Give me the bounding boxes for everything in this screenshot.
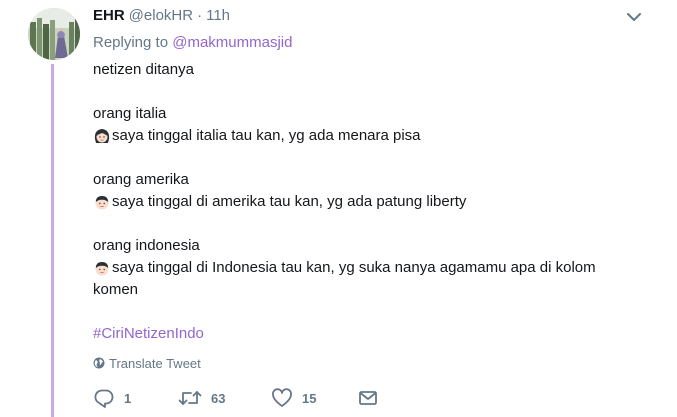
replying-to: Replying to @makmummasjid [93,34,292,51]
like-count: 15 [302,390,317,406]
translate-tweet-button[interactable]: Translate Tweet [93,354,201,372]
boy-face-emoji [93,259,111,277]
direct-message-button[interactable] [357,386,379,410]
tweet-line: netizen ditanya [93,61,194,78]
woman-face-emoji [93,127,111,145]
replying-prefix: Replying to [93,34,169,51]
tweet: EHR @elokHR · 11h Replying to @makmummas… [0,0,677,417]
reply-icon [94,389,114,408]
retweet-button[interactable]: 63 [178,386,225,410]
tweet-line-with-emoji: saya tinggal italia tau kan, yg ada mena… [93,125,653,147]
boy-face-emoji [93,193,111,211]
tweet-line-text: saya tinggal di Indonesia tau kan, yg su… [112,259,596,276]
retweet-count: 63 [211,390,226,406]
reply-mention-link[interactable]: @makmummasjid [172,34,292,51]
thread-line [51,64,54,417]
globe-icon [93,357,105,369]
reply-count: 1 [124,390,132,406]
envelope-icon [359,391,377,405]
tweet-line: orang indonesia [93,237,200,254]
tweet-line-with-emoji: saya tinggal di amerika tau kan, yg ada … [93,191,653,213]
translate-label: Translate Tweet [109,355,201,371]
heart-icon [272,388,292,407]
tweet-header: EHR @elokHR · 11h [93,7,230,27]
author-handle[interactable]: @elokHR [129,7,193,24]
separator-dot: · [197,7,203,24]
tweet-line: orang amerika [93,171,189,188]
reply-button[interactable]: 1 [93,386,131,410]
author-name[interactable]: EHR [93,7,125,24]
hashtag-link[interactable]: #CiriNetizenIndo [93,323,204,345]
tweet-line-text: saya tinggal italia tau kan, yg ada mena… [112,127,421,144]
timestamp[interactable]: 11h [206,7,230,24]
tweet-line: orang italia [93,105,167,122]
retweet-icon [178,391,202,405]
like-button[interactable]: 15 [271,386,316,410]
tweet-line-with-emoji: saya tinggal di Indonesia tau kan, yg su… [93,257,653,279]
hashtag-line: #CiriNetizenIndo [93,323,653,345]
tweet-line-text: saya tinggal di amerika tau kan, yg ada … [112,193,467,210]
tweet-actions: 1 63 15 [93,386,413,410]
tweet-text: netizen ditanya orang italia saya tingga… [93,59,653,345]
chevron-down-icon[interactable] [624,8,644,26]
tweet-line: komen [93,281,139,298]
avatar[interactable] [28,8,80,60]
